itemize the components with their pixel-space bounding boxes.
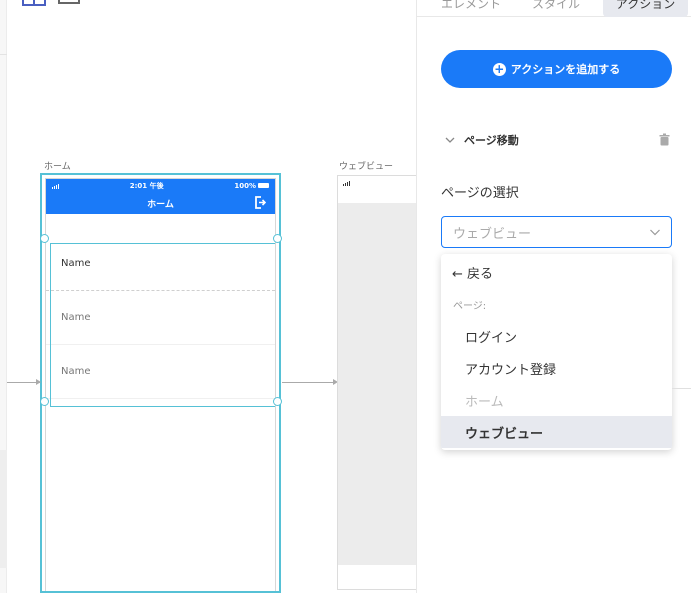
chevron-down-icon [650,229,660,236]
arrow-head [36,379,41,385]
dropdown-option: ホーム [465,394,504,410]
status-bar: 2:01 午後 100% [46,179,275,192]
dropdown-option[interactable]: ウェブビュー [441,416,672,448]
logout-icon[interactable] [254,196,266,209]
screen-home-content: 2:01 午後 100% ホーム Name Name Name [45,178,276,591]
connection-line [282,382,334,383]
panel-tabs: エレメント スタイル アクション [417,0,691,17]
nav-title: ホーム [147,199,174,210]
page-select[interactable]: ウェブビュー [441,216,672,248]
action-section-header[interactable]: ページ移動 [441,132,672,148]
screen-label-webview[interactable]: ウェブビュー [339,159,393,172]
screen-webview[interactable] [337,175,416,590]
page-select-placeholder: ウェブビュー [453,226,532,242]
grid-view-icon[interactable] [22,0,46,6]
page-select-label: ページの選択 [441,186,519,201]
left-strip [0,0,7,593]
properties-panel: エレメント スタイル アクション + アクションを追加する ページ移動 ページの… [416,0,691,593]
frame-view-icon[interactable] [58,0,80,4]
section-title: ページ移動 [464,134,519,147]
strip-block [0,450,7,568]
page-dropdown: ← 戻る ページ: ログイン アカウント登録 ホーム ウェブビュー [441,254,672,450]
canvas-tools [22,0,80,6]
divider [672,388,691,389]
canvas[interactable]: ホーム 2:01 午後 100% ホーム Name Name Name ウェブビ… [0,0,416,593]
screen-home[interactable]: 2:01 午後 100% ホーム Name Name Name [40,173,281,593]
webview-body [338,203,416,565]
status-time: 2:01 午後 [129,181,164,190]
resize-handle[interactable] [40,397,49,406]
status-bar [338,176,416,202]
chevron-down-icon[interactable] [441,136,459,144]
add-action-label: アクションを追加する [510,63,621,76]
tab-element[interactable]: エレメント [431,0,511,17]
signal-icon [343,180,350,186]
screen-label-home[interactable]: ホーム [44,159,71,172]
nav-bar: ホーム [46,192,275,214]
selection-box [50,243,275,407]
strip-divider [0,54,7,55]
dropdown-option[interactable]: ログイン [441,320,672,352]
plus-circle-icon: + [492,61,506,76]
dropdown-back[interactable]: ← 戻る [441,256,672,288]
battery-status: 100% [234,182,269,190]
battery-percent: 100% [234,181,256,190]
resize-handle[interactable] [273,234,282,243]
dropdown-option[interactable]: アカウント登録 [441,352,672,384]
resize-handle[interactable] [273,397,282,406]
dropdown-group-label: ページ: [453,300,487,312]
add-action-button[interactable]: + アクションを追加する [441,50,672,88]
trash-icon[interactable] [659,133,670,146]
battery-icon [258,183,269,188]
tab-style[interactable]: スタイル [521,0,591,17]
signal-icon [52,183,59,189]
resize-handle[interactable] [40,234,49,243]
tab-action[interactable]: アクション [603,0,688,17]
